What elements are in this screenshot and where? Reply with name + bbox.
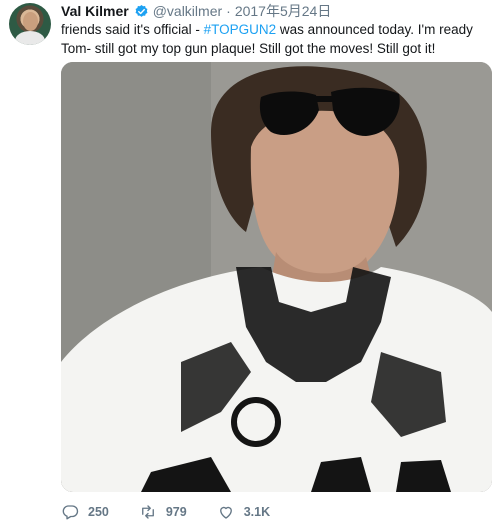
reply-icon	[62, 505, 79, 520]
tweet-header: Val Kilmer @valkilmer · 2017年5月24日	[61, 2, 331, 20]
tweet-actions: 250 979 3.1K	[61, 503, 300, 521]
tweet-photo[interactable]	[61, 62, 492, 492]
photo-print-patch	[231, 397, 281, 447]
photo-face	[250, 110, 400, 274]
tweet-text-before: friends said it's official -	[61, 22, 204, 37]
like-count: 3.1K	[243, 505, 271, 519]
author-handle[interactable]: @valkilmer	[153, 3, 222, 19]
avatar[interactable]	[9, 3, 51, 45]
retweet-button[interactable]: 979	[139, 503, 187, 521]
reply-button[interactable]: 250	[61, 503, 109, 521]
like-icon	[219, 506, 232, 519]
photo-illustration	[61, 62, 492, 492]
tweet-text: friends said it's official - #TOPGUN2 wa…	[61, 20, 491, 58]
author-name[interactable]: Val Kilmer	[61, 3, 129, 19]
avatar-face	[23, 12, 38, 31]
tweet: Val Kilmer @valkilmer · 2017年5月24日 frien…	[0, 0, 500, 523]
avatar-shirt	[15, 31, 45, 45]
photo-sunglasses-bridge	[314, 96, 334, 102]
separator: ·	[226, 3, 231, 19]
tweet-date[interactable]: 2017年5月24日	[235, 1, 332, 21]
retweet-count: 979	[165, 505, 187, 519]
verified-badge-icon	[135, 4, 148, 17]
reply-count: 250	[88, 505, 109, 519]
like-button[interactable]: 3.1K	[217, 503, 270, 521]
hashtag-link[interactable]: #TOPGUN2	[204, 22, 277, 37]
retweet-icon	[141, 505, 154, 519]
